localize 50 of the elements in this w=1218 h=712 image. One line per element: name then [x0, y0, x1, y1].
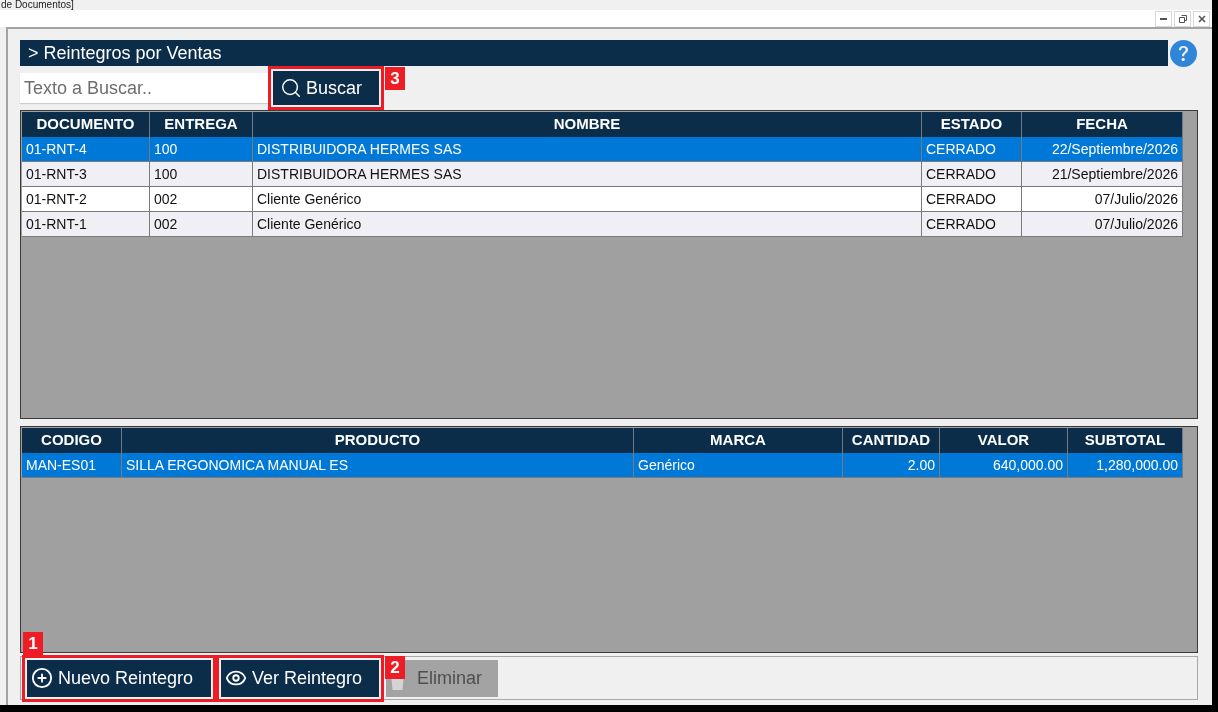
table-cell-text: 01-RNT-2	[26, 189, 87, 209]
close-button[interactable]	[1193, 10, 1210, 27]
help-icon[interactable]	[1170, 39, 1197, 67]
table-cell-text: Genérico	[638, 455, 695, 475]
table-cell-text: 01-RNT-4	[26, 139, 87, 159]
window-title: de Documentos]	[1, 0, 74, 10]
table-row[interactable]: MAN-ES01 SILLA ERGONOMICA MANUAL ES Genérico 2.00 640,000.00 1,280,000.00	[22, 453, 1183, 478]
table-cell-text: 1,280,000.00	[1096, 455, 1178, 475]
table-cell-text: CERRADO	[926, 189, 996, 209]
new-button[interactable]: Nuevo Reintegro	[27, 659, 211, 697]
table-cell-text: 100	[154, 164, 178, 184]
table-cell-text: 01-RNT-3	[26, 164, 87, 184]
table-row[interactable]: 01-RNT-4 100 DISTRIBUIDORA HERMES SAS CERRADO 22/Septiembre/2026	[22, 137, 1183, 162]
search-button[interactable]: Buscar	[273, 71, 379, 105]
table-cell-text: 22/Septiembre/2026	[1051, 139, 1178, 159]
restore-icon	[1178, 14, 1187, 23]
table-cell-text: 002	[154, 214, 178, 234]
table-cell-text: 2.00	[907, 455, 935, 475]
panel-title-bar: > Reintegros por Ventas	[20, 40, 1168, 66]
trash-icon	[390, 676, 405, 690]
table-cell-text: 002	[154, 189, 178, 209]
table-cell-text: 01-RNT-1	[26, 214, 87, 234]
table-cell-text: CERRADO	[926, 139, 996, 159]
table-cell-text: Cliente Genérico	[257, 189, 362, 209]
table-cell-text: 07/Julio/2026	[1094, 189, 1178, 209]
search-field[interactable]: Texto a Buscar..	[20, 73, 268, 103]
callout-number: 2	[385, 655, 405, 679]
table-cell-text: CERRADO	[926, 164, 996, 184]
plus-circle-icon	[31, 667, 53, 689]
table-cell-text: DISTRIBUIDORA HERMES SAS	[257, 164, 462, 184]
table-cell-text: Cliente Genérico	[257, 214, 362, 234]
table-row[interactable]: 01-RNT-3 100 DISTRIBUIDORA HERMES SAS CERRADO 21/Septiembre/2026	[22, 162, 1183, 187]
callout-number: 1	[23, 631, 43, 655]
table-row[interactable]: 01-RNT-2 002 Cliente Genérico CERRADO 07/Julio/2026	[22, 187, 1183, 212]
table-cell-text: 07/Julio/2026	[1094, 214, 1178, 234]
table-cell-text: SILLA ERGONOMICA MANUAL ES	[126, 455, 348, 475]
view-button[interactable]: Ver Reintegro	[221, 659, 379, 697]
search-icon	[280, 77, 302, 99]
table-row[interactable]: 01-RNT-1 002 Cliente Genérico CERRADO 07/Julio/2026	[22, 212, 1183, 237]
restore-button[interactable]	[1174, 10, 1191, 27]
table-cell-text: MAN-ES01	[26, 455, 97, 475]
close-icon	[1197, 14, 1206, 23]
callout-number: 3	[385, 67, 405, 90]
table-cell-text: 100	[154, 139, 178, 159]
table-cell-text: 640,000.00	[992, 455, 1063, 475]
table-cell-text: CERRADO	[926, 214, 996, 234]
table-cell-text: DISTRIBUIDORA HERMES SAS	[257, 139, 462, 159]
minimize-icon	[1160, 17, 1167, 20]
table-cell-text: 21/Septiembre/2026	[1051, 164, 1178, 184]
minimize-button[interactable]	[1155, 10, 1172, 27]
